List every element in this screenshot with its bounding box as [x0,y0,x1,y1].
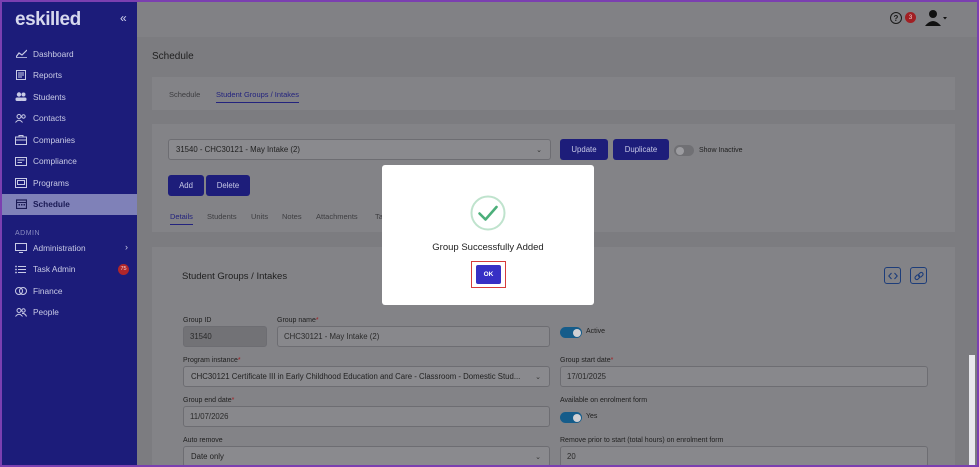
add-button[interactable]: Add [168,175,204,196]
subtab-students[interactable]: Students [207,212,237,221]
program-instance-value: CHC30121 Certificate III in Early Childh… [191,372,521,381]
user-menu[interactable] [925,9,947,27]
group-id-label: Group ID [183,317,212,324]
ok-button[interactable]: OK [476,265,501,284]
help-icon[interactable]: ? [890,12,902,24]
group-select[interactable]: 31540 - CHC30121 - May Intake (2) ⌄ [168,139,551,160]
group-start-field[interactable]: 17/01/2025 [560,366,928,387]
sidebar-item-schedule[interactable]: Schedule [2,193,137,215]
building-icon [15,134,27,145]
sidebar-item-compliance[interactable]: Compliance [2,151,137,173]
sidebar-item-finance[interactable]: Finance [2,280,137,302]
yes-label: Yes [586,413,598,420]
subtab-units[interactable]: Units [251,212,268,221]
sidebar-item-label: Programs [33,177,69,188]
double-chevron-left-icon[interactable]: « [120,11,127,25]
notification-badge: 3 [905,12,916,23]
eskilled-logo[interactable]: eskilled [15,9,81,31]
sidebar-item-label: Dashboard [33,48,74,59]
chevron-down-icon: ⌄ [535,453,541,461]
monitor-icon [15,242,27,253]
update-button[interactable]: Update [560,139,608,160]
sidebar-item-label: Schedule [33,199,70,210]
available-enrolment-toggle[interactable] [560,412,582,423]
dialog-message: Group Successfully Added [432,242,544,253]
folder-icon [15,177,27,188]
sidebar-item-label: Finance [33,285,63,296]
sidebar-item-label: Students [33,91,66,102]
tab-student-groups[interactable]: Student Groups / Intakes [216,90,299,103]
auto-remove-select[interactable]: Date only ⌄ [183,446,550,465]
id-card-icon [15,156,27,166]
group-name-field[interactable]: CHC30121 - May Intake (2) [277,326,550,347]
user-avatar-icon [925,10,947,26]
app-window: eskilled « Dashboard Reports Students Co… [0,0,979,467]
users-icon [15,92,27,102]
active-label: Active [586,328,606,335]
duplicate-button[interactable]: Duplicate [613,139,669,160]
sidebar-item-label: Compliance [33,156,77,167]
top-bar: ? 3 [137,2,977,37]
auto-remove-value: Date only [191,452,224,461]
group-select-value: 31540 - CHC30121 - May Intake (2) [176,145,300,154]
group-name-label: Group name* [277,317,319,324]
sidebar-item-label: Reports [33,70,63,81]
sidebar-item-label: Task Admin [33,264,76,275]
active-toggle[interactable] [560,327,582,338]
group-id-field: 31540 [183,326,267,347]
group-end-field[interactable]: 11/07/2026 [183,406,550,427]
sidebar-item-label: Companies [33,134,75,145]
sidebar-item-dashboard[interactable]: Dashboard [2,43,137,65]
section-title: Student Groups / Intakes [182,271,288,282]
auto-remove-label: Auto remove [183,437,223,444]
sidebar-item-administration[interactable]: Administration › [2,237,137,259]
sidebar-item-students[interactable]: Students [2,86,137,108]
code-icon[interactable] [884,267,901,284]
sidebar: eskilled « Dashboard Reports Students Co… [2,2,137,465]
sidebar-item-contacts[interactable]: Contacts [2,108,137,130]
program-instance-label: Program instance* [183,357,241,364]
available-enrolment-label: Available on enrolment form [560,397,648,404]
remove-prior-label: Remove prior to start (total hours) on e… [560,437,724,444]
tab-schedule[interactable]: Schedule [169,90,200,99]
chevron-down-icon: ⌄ [536,146,542,154]
success-dialog: Group Successfully Added OK [382,165,594,305]
admin-section-label: ADMIN [15,230,41,237]
program-instance-select[interactable]: CHC30121 Certificate III in Early Childh… [183,366,550,387]
sidebar-nav: Dashboard Reports Students Contacts Comp… [2,43,137,323]
coins-icon [15,286,27,296]
contacts-icon [15,113,27,123]
page-tabs: Schedule Student Groups / Intakes [152,77,955,110]
subtab-details[interactable]: Details [170,212,193,225]
show-inactive-toggle[interactable] [674,145,694,156]
group-end-label: Group end date* [183,397,235,404]
sidebar-item-label: Administration [33,242,86,253]
scrollbar[interactable] [969,355,975,465]
list-icon [15,264,27,274]
show-inactive-label: Show Inactive [699,147,743,154]
delete-button[interactable]: Delete [206,175,250,196]
link-icon[interactable] [910,267,927,284]
sidebar-item-label: People [33,307,59,318]
people-icon [15,307,27,317]
chevron-right-icon: › [125,242,128,252]
chart-line-icon [15,49,27,59]
sidebar-item-people[interactable]: People [2,302,137,324]
calendar-icon [15,199,27,210]
sidebar-item-companies[interactable]: Companies [2,129,137,151]
sidebar-item-task-admin[interactable]: Task Admin 75 [2,259,137,281]
remove-prior-field[interactable]: 20 [560,446,928,465]
report-icon [15,70,27,81]
sidebar-item-label: Contacts [33,113,66,124]
page-title: Schedule [152,51,194,62]
task-count-badge: 75 [118,263,129,275]
success-check-icon [470,195,506,231]
subtab-attachments[interactable]: Attachments [316,212,358,221]
sidebar-item-reports[interactable]: Reports [2,65,137,87]
chevron-down-icon: ⌄ [535,373,541,381]
sidebar-item-programs[interactable]: Programs [2,172,137,194]
group-start-label: Group start date* [560,357,614,364]
subtab-notes[interactable]: Notes [282,212,302,221]
